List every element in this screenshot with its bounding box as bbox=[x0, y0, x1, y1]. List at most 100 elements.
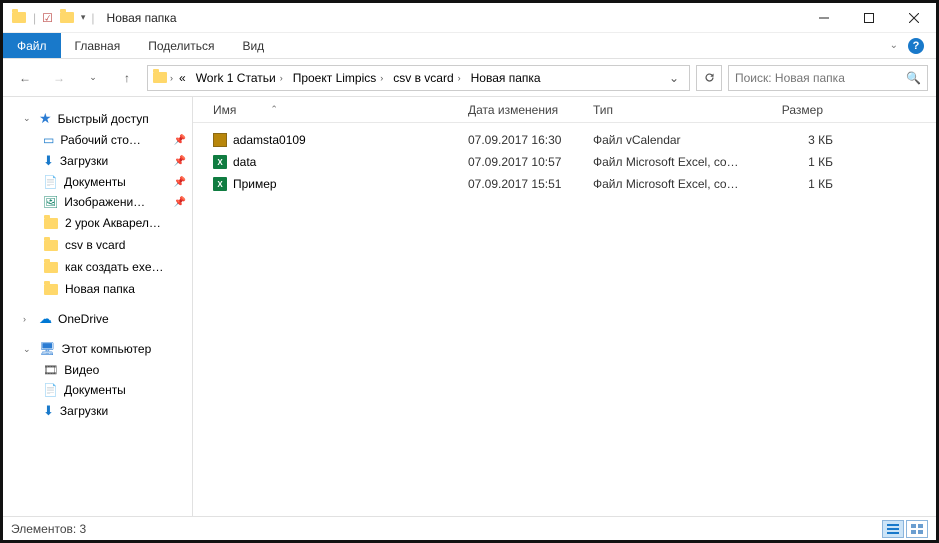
file-type: Файл Microsoft Excel, co… bbox=[593, 177, 753, 191]
tab-view[interactable]: Вид bbox=[228, 33, 278, 58]
sidebar-item-label: Видео bbox=[64, 363, 99, 377]
breadcrumb-seg-0[interactable]: Work 1 Статьи› bbox=[192, 71, 287, 85]
breadcrumb-seg-3[interactable]: Новая папка bbox=[467, 71, 545, 85]
explorer-window: | ☑ ▾ | Новая папка Файл Главная Поделит… bbox=[0, 0, 939, 543]
breadcrumb-dropdown[interactable]: ⌄ bbox=[663, 71, 685, 85]
tab-home[interactable]: Главная bbox=[61, 33, 135, 58]
sidebar-onedrive[interactable]: › ☁ OneDrive bbox=[3, 308, 192, 330]
view-details-button[interactable] bbox=[882, 520, 904, 538]
folder-icon bbox=[43, 215, 59, 231]
column-header-date[interactable]: Дата изменения bbox=[468, 103, 593, 117]
sidebar-item-desktop[interactable]: ▭ Рабочий сто… 📌 bbox=[3, 130, 192, 150]
file-row[interactable]: adamsta0109 07.09.2017 16:30 Файл vCalen… bbox=[193, 129, 936, 151]
maximize-button[interactable] bbox=[846, 4, 891, 32]
pin-icon: 📌 bbox=[174, 177, 186, 188]
breadcrumb-folder-icon bbox=[152, 70, 168, 86]
statusbar: Элементов: 3 bbox=[3, 516, 936, 540]
titlebar: | ☑ ▾ | Новая папка bbox=[3, 3, 936, 33]
column-header-size[interactable]: Размер bbox=[753, 103, 833, 117]
titlebar-left: | ☑ ▾ | Новая папка bbox=[3, 10, 177, 26]
sidebar-item-pc-documents[interactable]: 📄 Документы bbox=[3, 380, 192, 400]
qat-dropdown-icon[interactable]: ▾ bbox=[81, 12, 86, 23]
column-header-type[interactable]: Тип bbox=[593, 103, 753, 117]
file-date: 07.09.2017 15:51 bbox=[468, 177, 593, 191]
body-area: ⌄ ★ Быстрый доступ ▭ Рабочий сто… 📌 ⬇ За… bbox=[3, 97, 936, 516]
sidebar-item-label: как создать exe… bbox=[65, 260, 164, 274]
column-header-name[interactable]: Имя ⌃ bbox=[213, 103, 468, 117]
desktop-icon: ▭ bbox=[43, 133, 54, 147]
downloads-icon: ⬇ bbox=[43, 153, 54, 169]
sidebar-label: Этот компьютер bbox=[62, 342, 152, 356]
window-title: Новая папка bbox=[107, 11, 177, 25]
breadcrumb-seg-1[interactable]: Проект Limpics› bbox=[289, 71, 388, 85]
minimize-button[interactable] bbox=[801, 4, 846, 32]
sidebar-label: Быстрый доступ bbox=[58, 112, 149, 126]
ribbon-tabs: Файл Главная Поделиться Вид ⌄ ? bbox=[3, 33, 936, 59]
sidebar-item-documents[interactable]: 📄 Документы 📌 bbox=[3, 172, 192, 192]
file-size: 3 КБ bbox=[753, 133, 833, 147]
caret-right-icon[interactable]: › bbox=[23, 314, 33, 324]
help-icon[interactable]: ? bbox=[908, 38, 924, 54]
file-date: 07.09.2017 16:30 bbox=[468, 133, 593, 147]
vcalendar-file-icon bbox=[213, 133, 227, 147]
sidebar-item-downloads[interactable]: ⬇ Загрузки 📌 bbox=[3, 150, 192, 172]
file-size: 1 КБ bbox=[753, 177, 833, 191]
file-row[interactable]: X Пример 07.09.2017 15:51 Файл Microsoft… bbox=[193, 173, 936, 195]
sidebar-item-folder-2[interactable]: csv в vcard bbox=[3, 234, 192, 256]
folder-icon bbox=[43, 237, 59, 253]
nav-recent-dropdown[interactable]: ⌄ bbox=[79, 64, 107, 92]
nav-up-button[interactable]: ↑ bbox=[113, 64, 141, 92]
file-date: 07.09.2017 10:57 bbox=[468, 155, 593, 169]
breadcrumb-overflow[interactable]: « bbox=[175, 71, 190, 85]
file-list[interactable]: adamsta0109 07.09.2017 16:30 Файл vCalen… bbox=[193, 123, 936, 516]
sidebar-item-images[interactable]: 🖼 Изображени… 📌 bbox=[3, 192, 192, 212]
breadcrumb[interactable]: › « Work 1 Статьи› Проект Limpics› csv в… bbox=[147, 65, 690, 91]
column-headers: Имя ⌃ Дата изменения Тип Размер bbox=[193, 97, 936, 123]
content-pane: Имя ⌃ Дата изменения Тип Размер adamsta0… bbox=[193, 97, 936, 516]
qat-folder-icon[interactable] bbox=[59, 10, 75, 26]
file-size: 1 КБ bbox=[753, 155, 833, 169]
chevron-right-icon[interactable]: › bbox=[170, 73, 173, 83]
sidebar-item-label: Загрузки bbox=[60, 404, 108, 418]
sidebar-item-folder-3[interactable]: как создать exe… bbox=[3, 256, 192, 278]
nav-pane[interactable]: ⌄ ★ Быстрый доступ ▭ Рабочий сто… 📌 ⬇ За… bbox=[3, 97, 193, 516]
sidebar-quick-access[interactable]: ⌄ ★ Быстрый доступ bbox=[3, 107, 192, 130]
excel-file-icon: X bbox=[213, 177, 227, 191]
qat-separator: | bbox=[33, 11, 36, 25]
sidebar-item-label: csv в vcard bbox=[65, 238, 125, 252]
search-box[interactable]: 🔍 bbox=[728, 65, 928, 91]
sidebar-item-folder-1[interactable]: 2 урок Акварел… bbox=[3, 212, 192, 234]
statusbar-view-switcher bbox=[882, 520, 928, 538]
caret-down-icon[interactable]: ⌄ bbox=[23, 113, 33, 124]
nav-forward-button[interactable]: → bbox=[45, 64, 73, 92]
search-icon: 🔍 bbox=[906, 71, 921, 85]
ribbon-expand-icon[interactable]: ⌄ bbox=[890, 40, 898, 51]
downloads-icon: ⬇ bbox=[43, 403, 54, 419]
file-row[interactable]: X data 07.09.2017 10:57 Файл Microsoft E… bbox=[193, 151, 936, 173]
search-input[interactable] bbox=[735, 71, 906, 85]
refresh-button[interactable] bbox=[696, 65, 722, 91]
qat-properties-icon[interactable]: ☑ bbox=[42, 11, 53, 25]
view-icons-button[interactable] bbox=[906, 520, 928, 538]
pin-icon: 📌 bbox=[174, 135, 186, 146]
sidebar-item-label: Новая папка bbox=[65, 282, 135, 296]
sidebar-item-folder-4[interactable]: Новая папка bbox=[3, 278, 192, 300]
close-button[interactable] bbox=[891, 4, 936, 32]
pin-icon: 📌 bbox=[174, 156, 186, 167]
tab-share[interactable]: Поделиться bbox=[134, 33, 228, 58]
nav-back-button[interactable]: ← bbox=[11, 64, 39, 92]
sidebar-item-video[interactable]: 🎞 Видео bbox=[3, 360, 192, 380]
breadcrumb-seg-2[interactable]: csv в vcard› bbox=[389, 71, 464, 85]
sidebar-item-label: Документы bbox=[64, 383, 126, 397]
sidebar-this-pc[interactable]: ⌄ 🖥 Этот компьютер bbox=[3, 338, 192, 360]
sidebar-item-label: 2 урок Акварел… bbox=[65, 216, 161, 230]
tab-file[interactable]: Файл bbox=[3, 33, 61, 58]
sidebar-item-label: Загрузки bbox=[60, 154, 108, 168]
documents-icon: 📄 bbox=[43, 383, 58, 397]
sidebar-item-pc-downloads[interactable]: ⬇ Загрузки bbox=[3, 400, 192, 422]
pc-icon: 🖥 bbox=[39, 341, 56, 357]
excel-file-icon: X bbox=[213, 155, 227, 169]
file-type: Файл Microsoft Excel, co… bbox=[593, 155, 753, 169]
caret-down-icon[interactable]: ⌄ bbox=[23, 344, 33, 355]
statusbar-item-count: Элементов: 3 bbox=[11, 522, 86, 536]
